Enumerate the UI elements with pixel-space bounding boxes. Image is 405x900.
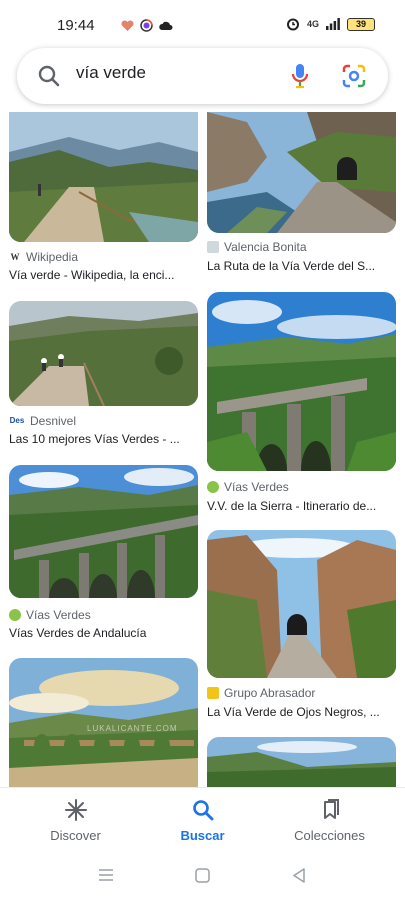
search-icon[interactable]: [37, 64, 61, 88]
valencia-bonita-favicon-icon: [207, 241, 219, 253]
grupo-abrasador-favicon-icon: [207, 687, 219, 699]
battery-indicator: 39: [347, 17, 375, 31]
microphone-icon[interactable]: [290, 63, 310, 89]
result-source: W Wikipedia: [9, 250, 79, 264]
result-source-label: Desnivel: [30, 414, 77, 428]
system-navigation-bar: [0, 851, 405, 900]
network-label: 4G: [306, 19, 319, 29]
result-thumbnail[interactable]: [9, 112, 198, 242]
viasverdes-favicon-icon: [9, 609, 21, 621]
system-status-icons: 4G 39: [286, 17, 375, 31]
nav-colecciones[interactable]: Colecciones: [262, 788, 397, 852]
nav-buscar-label: Buscar: [180, 828, 225, 843]
result-title[interactable]: Las 10 mejores Vías Verdes - ...: [9, 432, 198, 446]
menu-icon[interactable]: [98, 868, 114, 882]
nav-colecciones-label: Colecciones: [294, 828, 365, 843]
result-source: Valencia Bonita: [207, 240, 307, 254]
desnivel-favicon-icon: Des: [9, 416, 25, 425]
back-icon[interactable]: [292, 868, 306, 883]
result-thumbnail[interactable]: [207, 737, 396, 787]
bottom-navigation: Discover Buscar Colecciones: [0, 787, 405, 851]
result-title[interactable]: Vías Verdes de Andalucía: [9, 626, 198, 640]
nav-buscar[interactable]: Buscar: [135, 788, 270, 852]
result-title[interactable]: La Vía Verde de Ojos Negros, ...: [207, 705, 396, 719]
status-time: 19:44: [57, 17, 95, 34]
notification-icons: [121, 19, 173, 32]
google-lens-icon[interactable]: [342, 64, 366, 88]
status-bar: 19:44 4G 39: [0, 0, 405, 44]
result-title[interactable]: La Ruta de la Vía Verde del S...: [207, 259, 396, 273]
app-circle-icon: [140, 19, 153, 32]
search-icon: [193, 800, 214, 821]
image-watermark: LUKALICANTE.COM: [87, 724, 178, 733]
asterisk-icon: [65, 799, 87, 821]
search-bar[interactable]: [17, 48, 388, 104]
result-source-label: Grupo Abrasador: [224, 686, 316, 700]
result-title[interactable]: Vía verde - Wikipedia, la enci...: [9, 268, 198, 282]
bookmarks-icon: [324, 799, 339, 819]
wikipedia-favicon-icon: W: [10, 252, 20, 262]
heart-icon: [121, 19, 134, 31]
viasverdes-favicon-icon: [207, 481, 219, 493]
signal-icon: [326, 18, 340, 30]
cloud-icon: [159, 21, 173, 30]
result-source: Des Desnivel: [9, 414, 76, 428]
search-input[interactable]: [76, 63, 276, 83]
home-icon[interactable]: [195, 868, 210, 883]
alarm-icon: [286, 18, 299, 31]
result-source: Vías Verdes: [207, 480, 289, 494]
nav-discover[interactable]: Discover: [8, 788, 143, 852]
result-thumbnail[interactable]: [9, 465, 198, 598]
result-thumbnail[interactable]: [207, 530, 396, 678]
result-source-label: Vías Verdes: [26, 608, 91, 622]
result-source: Grupo Abrasador: [207, 686, 315, 700]
result-thumbnail[interactable]: [207, 112, 396, 233]
nav-discover-label: Discover: [50, 828, 101, 843]
result-source: Vías Verdes: [9, 608, 91, 622]
result-source-label: Wikipedia: [26, 250, 79, 264]
result-source-label: Valencia Bonita: [224, 240, 307, 254]
result-source-label: Vías Verdes: [224, 480, 289, 494]
result-thumbnail[interactable]: [207, 292, 396, 471]
result-thumbnail[interactable]: [9, 301, 198, 406]
result-title[interactable]: V.V. de la Sierra - Itinerario de...: [207, 499, 396, 513]
result-thumbnail[interactable]: LUKALICANTE.COM: [9, 658, 198, 787]
image-results-grid: W Wikipedia Vía verde - Wikipedia, la en…: [0, 112, 405, 787]
